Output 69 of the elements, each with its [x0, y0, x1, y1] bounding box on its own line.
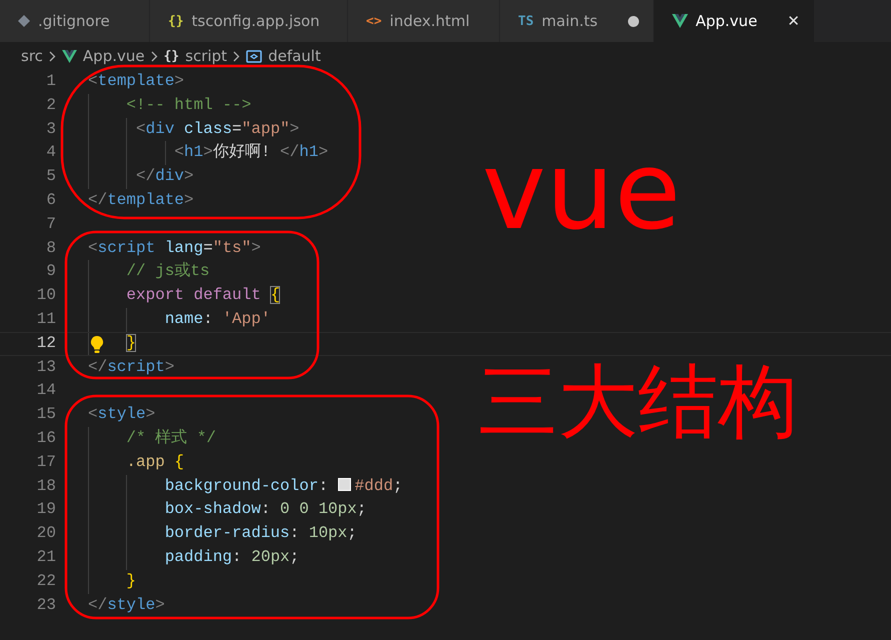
- v-logo-icon: [672, 14, 688, 28]
- code-line: <!-- html -->: [125, 96, 252, 114]
- line-number: 3: [45, 118, 57, 140]
- code-line: /* 样式 */: [125, 428, 216, 447]
- line-number: 23: [36, 594, 57, 616]
- line-number: 5: [45, 166, 57, 188]
- code-line: border-radius: 10px;: [164, 524, 357, 542]
- breadcrumb-item[interactable]: script: [185, 47, 228, 65]
- braces-icon: {}: [168, 14, 184, 28]
- lightbulb-icon[interactable]: [90, 336, 104, 354]
- line-number: 19: [36, 499, 57, 520]
- line-number: 8: [45, 238, 57, 259]
- line-number: 9: [45, 261, 57, 282]
- chevron-icon: [233, 50, 240, 62]
- handwritten-note: 三大结构: [478, 362, 798, 442]
- editor-tab[interactable]: TS main.ts: [500, 0, 654, 42]
- line-number: 11: [36, 308, 57, 330]
- line-number: 12: [36, 332, 57, 354]
- code-line: </script>: [88, 358, 174, 376]
- line-number: 21: [36, 546, 57, 568]
- editor-tab[interactable]: {} tsconfig.app.json: [150, 0, 348, 42]
- code-line: <h1>你好啊! </h1>: [173, 143, 328, 162]
- line-number: 7: [45, 214, 57, 235]
- code-line: name: 'App': [164, 310, 270, 328]
- code-line: .app {: [125, 452, 184, 471]
- line-number: 15: [36, 404, 57, 426]
- line-number: 14: [36, 380, 57, 402]
- line-number: 13: [36, 356, 57, 378]
- editor-tab[interactable]: <> index.html: [348, 0, 500, 42]
- line-number: 18: [36, 476, 57, 497]
- line-number: 20: [36, 523, 57, 544]
- code-line: box-shadow: 0 0 10px;: [164, 500, 366, 518]
- braces-icon: {}: [164, 48, 180, 64]
- symbol-icon: [246, 50, 262, 62]
- code-line: <script lang="ts">: [88, 238, 261, 257]
- breadcrumb-item[interactable]: default: [268, 47, 321, 65]
- code-line: </div>: [135, 167, 194, 186]
- line-number: 22: [36, 570, 57, 592]
- code-line: }: [125, 572, 136, 590]
- breadcrumb-item[interactable]: App.vue: [82, 47, 145, 65]
- breadcrumb-item[interactable]: src: [21, 47, 43, 65]
- code-line: export default {: [125, 286, 280, 304]
- v-logo-icon: [62, 50, 77, 62]
- diamond-icon: [18, 15, 30, 27]
- code-line: <style>: [88, 405, 156, 424]
- editor-tab[interactable]: .gitignore: [0, 0, 150, 42]
- close-icon[interactable]: ✕: [787, 12, 800, 30]
- line-number: 10: [36, 285, 57, 306]
- code-line: // js或ts: [125, 262, 210, 280]
- code-line: background-color: #ddd;: [164, 476, 403, 495]
- chevron-icon: [48, 50, 56, 62]
- line-number: 1: [45, 71, 57, 92]
- line-number: 4: [45, 142, 57, 164]
- code-line: </template>: [88, 190, 194, 209]
- line-number: 2: [45, 94, 57, 116]
- line-number: 6: [45, 190, 57, 211]
- editor-tab[interactable]: App.vue ✕: [654, 0, 815, 42]
- unsaved-dot-icon: [628, 16, 639, 26]
- handwritten-note: vue: [482, 138, 681, 246]
- code-line: padding: 20px;: [164, 548, 300, 566]
- code-line: <template>: [88, 72, 184, 90]
- code-line: <div class="app">: [135, 120, 300, 138]
- line-number: 17: [36, 452, 57, 473]
- code-line: </style>: [88, 596, 165, 614]
- chevron-icon: [150, 50, 158, 62]
- line-number: 16: [36, 428, 57, 449]
- ts-icon: TS: [518, 14, 534, 28]
- code-line: }: [125, 334, 136, 352]
- angle-brackets-icon: <>: [366, 14, 382, 28]
